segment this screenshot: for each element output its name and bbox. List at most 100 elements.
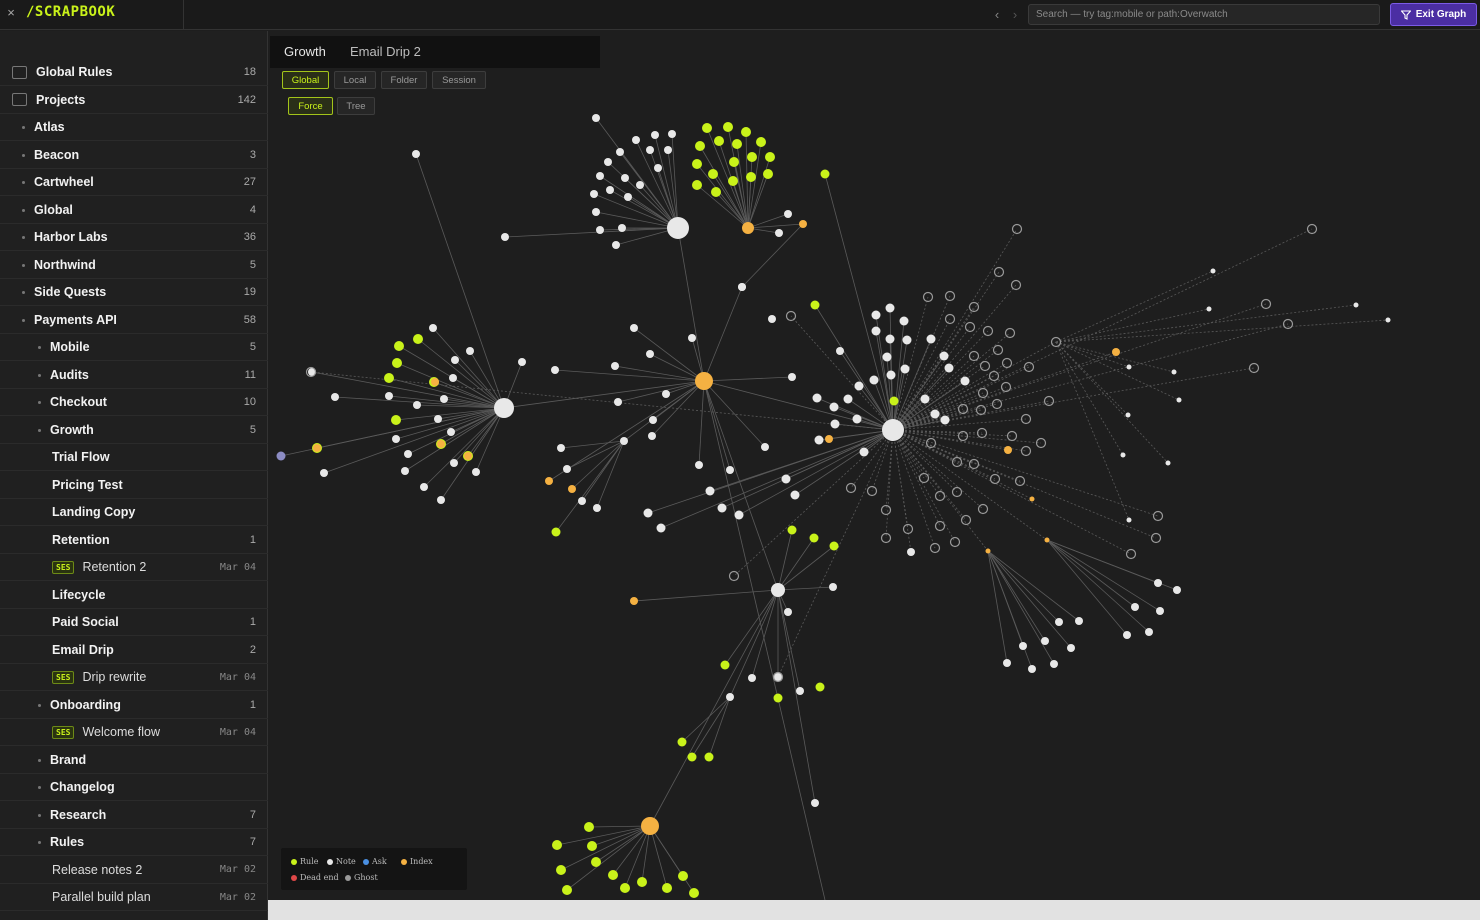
graph-node[interactable] bbox=[608, 870, 618, 880]
graph-node[interactable] bbox=[557, 444, 565, 452]
graph-node[interactable] bbox=[592, 208, 600, 216]
graph-node[interactable] bbox=[404, 450, 412, 458]
graph-node[interactable] bbox=[391, 415, 401, 425]
graph-node[interactable] bbox=[1055, 618, 1063, 626]
graph-node[interactable] bbox=[829, 583, 837, 591]
graph-node[interactable] bbox=[695, 461, 703, 469]
graph-node[interactable] bbox=[612, 241, 620, 249]
sidebar-item[interactable]: Lifecycle bbox=[0, 582, 268, 609]
graph-node[interactable] bbox=[494, 398, 514, 418]
graph-node[interactable] bbox=[939, 351, 949, 361]
graph-node[interactable] bbox=[545, 477, 553, 485]
graph-node[interactable] bbox=[830, 419, 840, 429]
graph-node[interactable] bbox=[882, 419, 904, 441]
graph-node[interactable] bbox=[578, 497, 586, 505]
graph-node[interactable] bbox=[815, 682, 825, 692]
graph-node[interactable] bbox=[1075, 617, 1083, 625]
tab-email-drip-2[interactable]: Email Drip 2 bbox=[350, 44, 421, 59]
sidebar-item[interactable]: Projects 142 bbox=[0, 87, 268, 114]
graph-node[interactable] bbox=[593, 504, 601, 512]
graph-node[interactable] bbox=[812, 393, 822, 403]
graph-node[interactable] bbox=[651, 131, 659, 139]
graph-node[interactable] bbox=[765, 152, 775, 162]
graph-node[interactable] bbox=[825, 435, 833, 443]
graph-node[interactable] bbox=[464, 452, 472, 460]
graph-node[interactable] bbox=[1028, 665, 1036, 673]
graph-node[interactable] bbox=[654, 164, 662, 172]
graph-node[interactable] bbox=[960, 376, 970, 386]
graph-node[interactable] bbox=[1112, 348, 1120, 356]
graph-node[interactable] bbox=[843, 394, 853, 404]
sidebar-item[interactable]: SES Welcome flow Mar 04 bbox=[0, 719, 268, 746]
graph-node[interactable] bbox=[437, 496, 445, 504]
graph-node[interactable] bbox=[726, 693, 734, 701]
graph-node[interactable] bbox=[784, 608, 792, 616]
graph-node[interactable] bbox=[836, 347, 844, 355]
graph-node[interactable] bbox=[705, 486, 715, 496]
sidebar-item[interactable]: Landing Copy bbox=[0, 499, 268, 526]
sidebar-item[interactable]: Side Quests 19 bbox=[0, 279, 268, 306]
graph-node[interactable] bbox=[1353, 302, 1359, 308]
graph-node[interactable] bbox=[899, 316, 909, 326]
sidebar-item[interactable]: Beacon 3 bbox=[0, 142, 268, 169]
graph-node[interactable] bbox=[431, 378, 439, 386]
graph-node[interactable] bbox=[518, 358, 526, 366]
chevron-left-icon[interactable]: ‹ bbox=[990, 6, 1004, 24]
graph-node[interactable] bbox=[604, 158, 612, 166]
graph-node[interactable] bbox=[775, 229, 783, 237]
graph-node[interactable] bbox=[889, 396, 899, 406]
sidebar-item[interactable]: Trial Flow bbox=[0, 444, 268, 471]
graph-node[interactable] bbox=[646, 350, 654, 358]
graph-node[interactable] bbox=[385, 392, 393, 400]
sidebar-item[interactable]: Northwind 5 bbox=[0, 252, 268, 279]
tab-growth[interactable]: Growth bbox=[284, 44, 326, 59]
sidebar-item[interactable]: SES Drip rewrite Mar 04 bbox=[0, 664, 268, 691]
graph-node[interactable] bbox=[501, 233, 509, 241]
graph-node[interactable] bbox=[662, 390, 670, 398]
graph-node[interactable] bbox=[692, 159, 702, 169]
graph-node[interactable] bbox=[556, 865, 566, 875]
graph-node[interactable] bbox=[620, 883, 630, 893]
graph-node[interactable] bbox=[920, 394, 930, 404]
sidebar-item[interactable]: Paid Social 1 bbox=[0, 609, 268, 636]
graph-node[interactable] bbox=[689, 888, 699, 898]
sidebar-item[interactable]: Brand bbox=[0, 747, 268, 774]
graph-node[interactable] bbox=[1050, 660, 1058, 668]
graph-node[interactable] bbox=[677, 737, 687, 747]
graph-node[interactable] bbox=[1154, 579, 1162, 587]
graph-node[interactable] bbox=[392, 435, 400, 443]
graph-node[interactable] bbox=[763, 169, 773, 179]
graph-node[interactable] bbox=[1067, 644, 1075, 652]
graph-node[interactable] bbox=[738, 283, 746, 291]
sidebar-item[interactable]: Cartwheel 27 bbox=[0, 169, 268, 196]
graph-node[interactable] bbox=[621, 174, 629, 182]
graph-node[interactable] bbox=[787, 525, 797, 535]
graph-node[interactable] bbox=[618, 224, 626, 232]
sidebar-item[interactable]: Harbor Labs 36 bbox=[0, 224, 268, 251]
chevron-right-icon[interactable]: › bbox=[1008, 6, 1022, 24]
graph-node[interactable] bbox=[552, 840, 562, 850]
graph-node[interactable] bbox=[761, 443, 769, 451]
graph-node[interactable] bbox=[695, 372, 713, 390]
graph-node[interactable] bbox=[466, 347, 474, 355]
graph-node[interactable] bbox=[1385, 317, 1391, 323]
graph-node[interactable] bbox=[829, 402, 839, 412]
graph-node[interactable] bbox=[1206, 306, 1212, 312]
graph-node[interactable] bbox=[799, 220, 807, 228]
sidebar-item[interactable]: Atlas bbox=[0, 114, 268, 141]
graph-node[interactable] bbox=[723, 122, 733, 132]
graph-node[interactable] bbox=[814, 435, 824, 445]
graph-node[interactable] bbox=[820, 169, 830, 179]
graph-node[interactable] bbox=[606, 186, 614, 194]
graph-node[interactable] bbox=[871, 310, 881, 320]
graph-node[interactable] bbox=[790, 490, 800, 500]
graph-node[interactable] bbox=[811, 799, 819, 807]
graph-node[interactable] bbox=[668, 130, 676, 138]
graph-node[interactable] bbox=[729, 157, 739, 167]
graph-node[interactable] bbox=[1044, 537, 1050, 543]
graph-node[interactable] bbox=[746, 172, 756, 182]
graph-node[interactable] bbox=[616, 148, 624, 156]
graph-node[interactable] bbox=[440, 395, 448, 403]
checkbox[interactable] bbox=[12, 93, 27, 106]
sidebar-item[interactable]: Release notes 2 Mar 02 bbox=[0, 857, 268, 884]
